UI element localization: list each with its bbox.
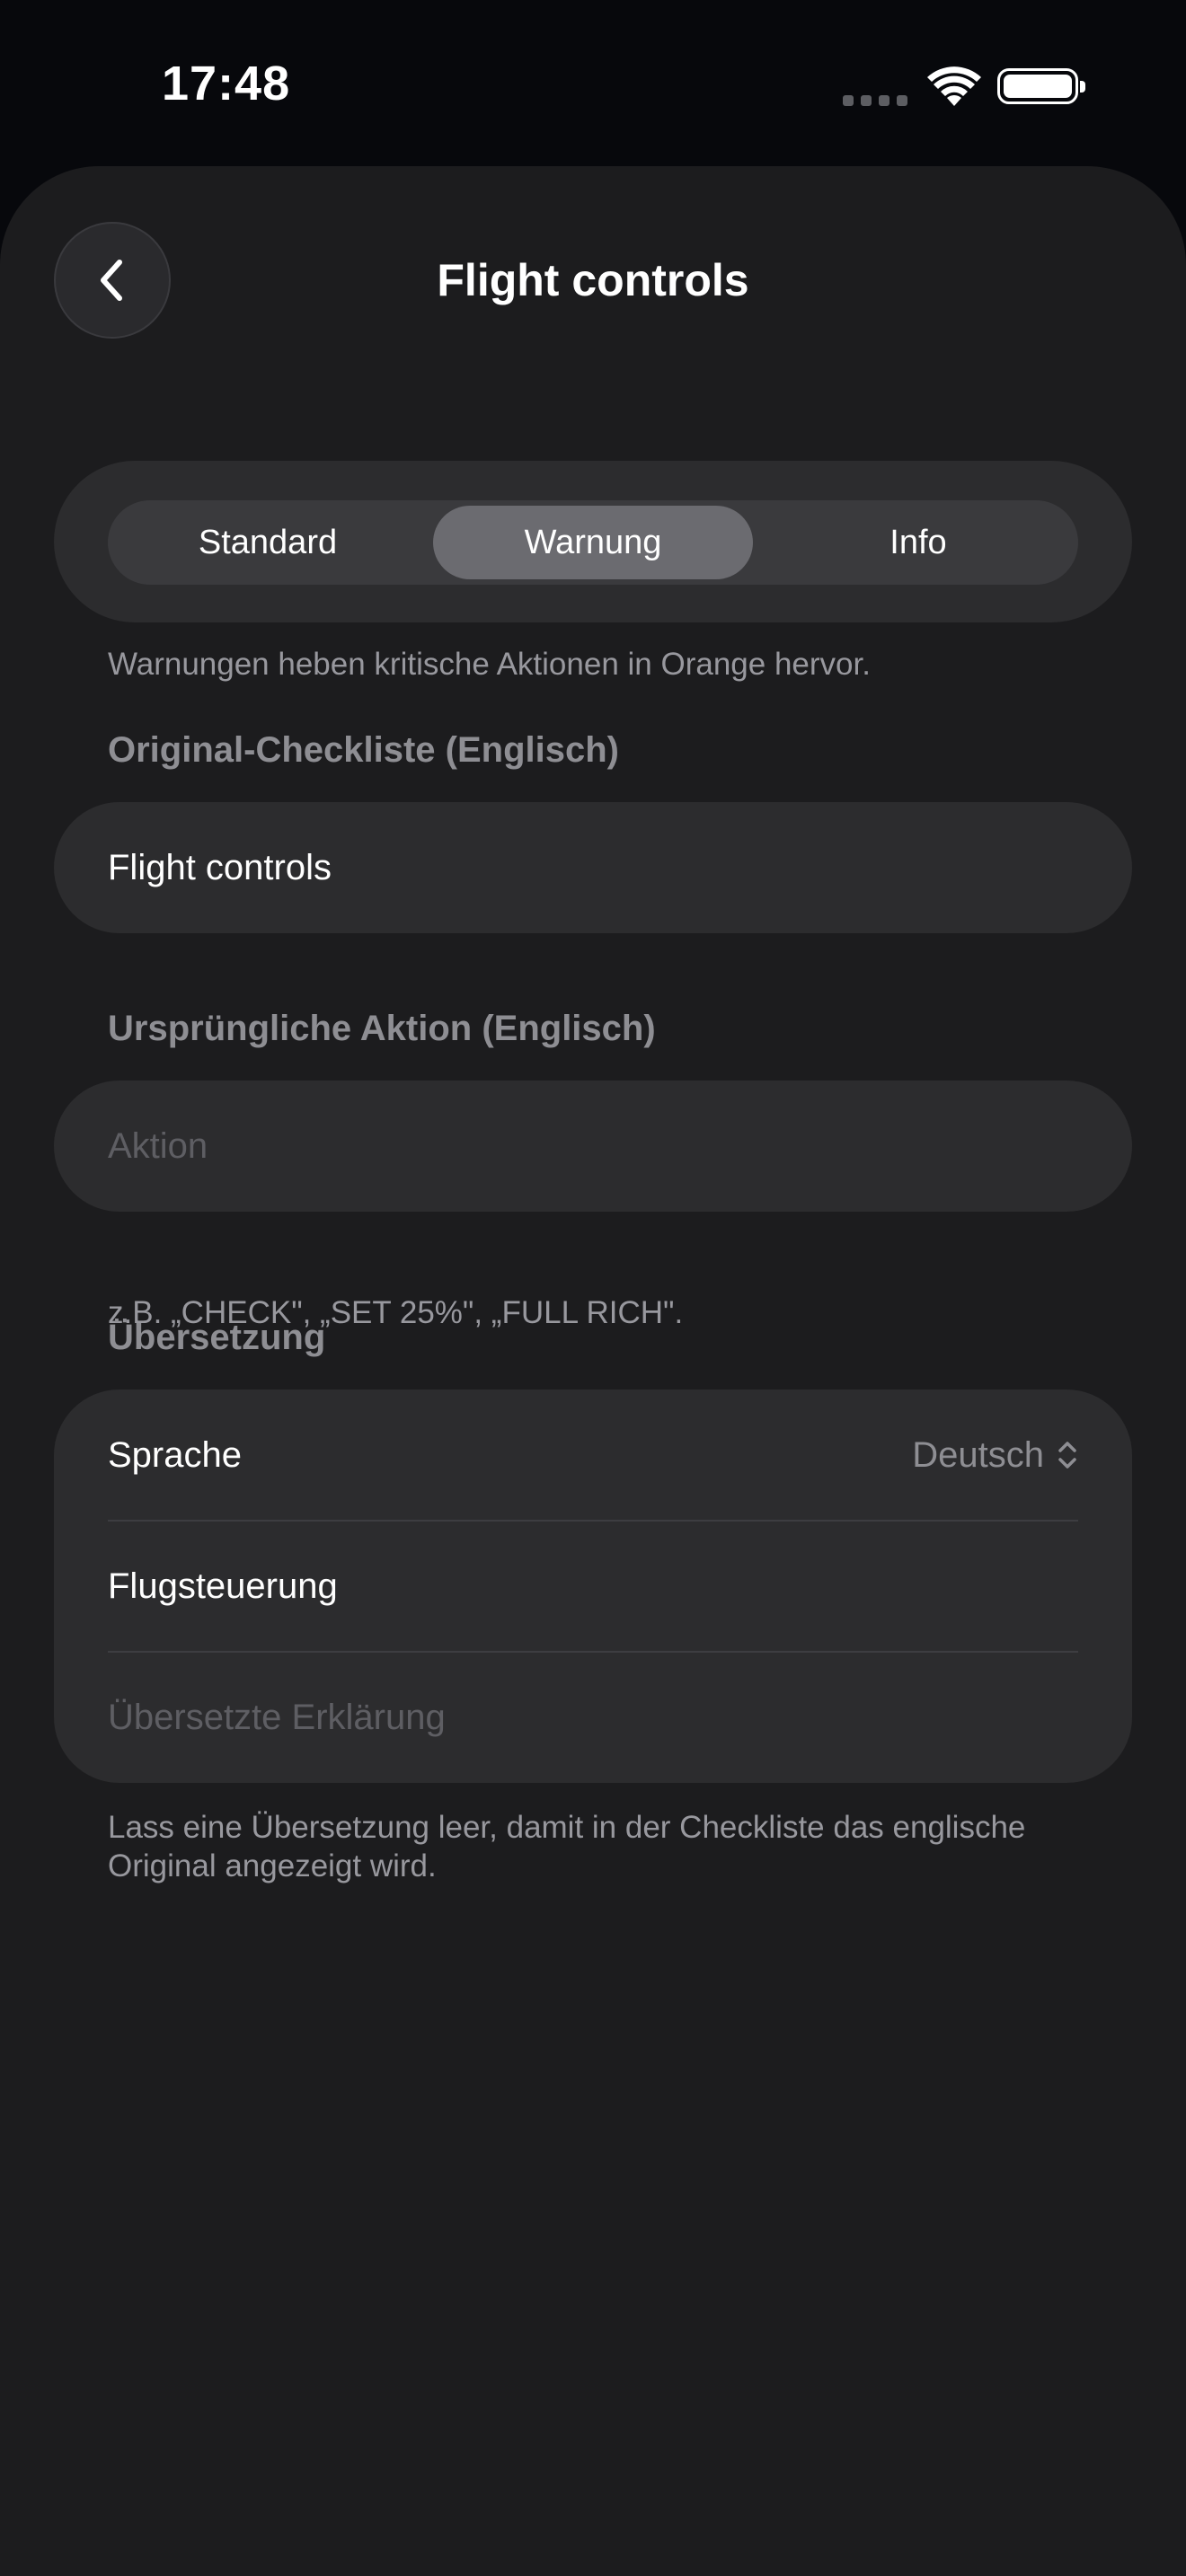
translated-title-value: Flugsteuerung xyxy=(108,1566,338,1606)
segment-warnung[interactable]: Warnung xyxy=(433,506,753,579)
signal-dots-icon xyxy=(843,95,907,106)
modal-sheet: Flight controls Standard Warnung Info Wa… xyxy=(0,166,1186,2576)
style-segmented-control: Standard Warnung Info xyxy=(108,500,1078,585)
status-time: 17:48 xyxy=(162,57,291,110)
chevron-up-down-icon xyxy=(1058,1442,1076,1469)
status-bar: 17:48 xyxy=(0,0,1186,171)
style-hint: Warnungen heben kritische Aktionen in Or… xyxy=(108,647,871,682)
original-checklist-header: Original-Checkliste (Englisch) xyxy=(108,730,620,770)
style-selector-card: Standard Warnung Info xyxy=(54,461,1132,622)
original-action-header: Ursprüngliche Aktion (Englisch) xyxy=(108,1009,656,1048)
translated-explanation-input[interactable]: Übersetzte Erklärung xyxy=(108,1652,1078,1783)
segment-info[interactable]: Info xyxy=(758,500,1078,585)
language-value: Deutsch xyxy=(912,1434,1044,1475)
translation-hint: Lass eine Übersetzung leer, damit in der… xyxy=(108,1810,1026,1883)
segment-standard[interactable]: Standard xyxy=(108,500,428,585)
original-checklist-value: Flight controls xyxy=(108,847,332,887)
original-action-placeholder: Aktion xyxy=(108,1125,208,1166)
original-checklist-field[interactable]: Flight controls xyxy=(54,802,1132,933)
original-action-input[interactable]: Aktion xyxy=(54,1081,1132,1212)
battery-icon xyxy=(997,68,1085,104)
language-label: Sprache xyxy=(108,1434,242,1475)
translated-title-field[interactable]: Flugsteuerung xyxy=(108,1521,1078,1652)
translation-card: Sprache Deutsch Flugsteuerung Übersetzte… xyxy=(54,1389,1132,1783)
wifi-icon xyxy=(927,66,981,106)
translation-header: Übersetzung xyxy=(108,1318,326,1357)
language-picker[interactable]: Deutsch xyxy=(912,1435,1078,1476)
translated-explanation-placeholder: Übersetzte Erklärung xyxy=(108,1697,446,1737)
page-title: Flight controls xyxy=(437,255,749,305)
language-row[interactable]: Sprache Deutsch xyxy=(108,1389,1078,1521)
